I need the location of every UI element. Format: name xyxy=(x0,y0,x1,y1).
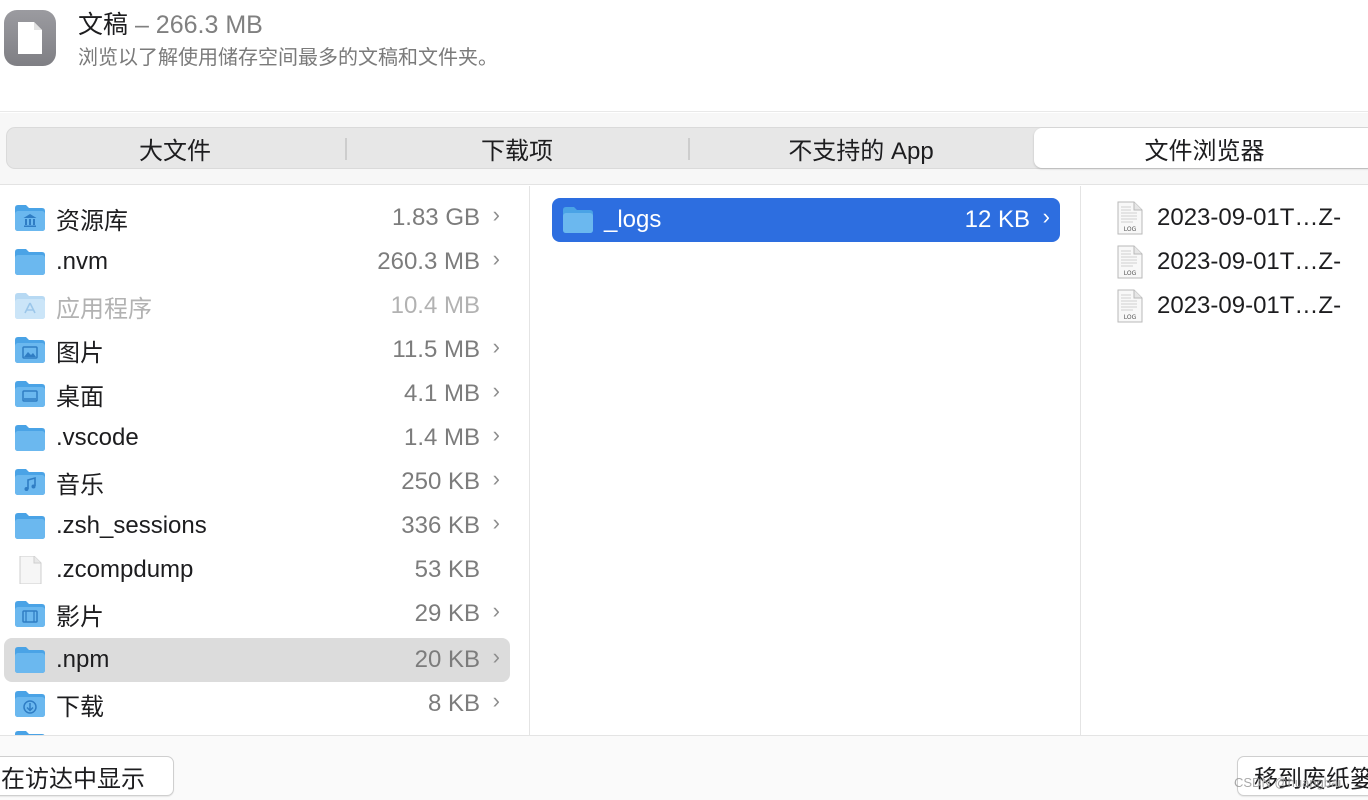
desktop-folder-icon xyxy=(15,381,45,407)
pictures-folder-icon xyxy=(15,337,45,363)
list-item[interactable]: 图片 11.5 MB › xyxy=(4,328,510,372)
log-file-icon: LOG xyxy=(1117,245,1143,279)
item-name: 资源库 xyxy=(56,207,128,235)
svg-text:LOG: LOG xyxy=(1124,270,1137,277)
browser-column-logs: LOG 2023-09-01T…Z- LOG 2023-09-01T…Z- LO… xyxy=(1082,186,1368,735)
list-item[interactable]: .nvm 260.3 MB › xyxy=(4,240,510,284)
item-name: 应用程序 xyxy=(56,295,152,323)
category-header: 文稿 – 266.3 MB 浏览以了解使用储存空间最多的文稿和文件夹。 xyxy=(0,0,1368,112)
tab-separator xyxy=(688,138,690,160)
music-folder-icon xyxy=(15,469,45,495)
item-name: 2023-09-01T…Z- xyxy=(1157,204,1342,231)
item-name: _logs xyxy=(604,206,662,233)
tab-large-files[interactable]: 大文件 xyxy=(7,128,343,168)
tab-downloads[interactable]: 下载项 xyxy=(349,128,685,168)
list-item[interactable]: LOG 2023-09-01T…Z- xyxy=(1112,284,1368,328)
chevron-right-icon: › xyxy=(492,510,500,535)
category-size: – 266.3 MB xyxy=(128,11,263,39)
segmented-control: 大文件 下载项 不支持的 App 文件浏览器 xyxy=(6,127,1368,169)
item-size: 10.4 MB xyxy=(390,292,480,319)
item-name: .nvm xyxy=(56,248,109,275)
footer-bar: 在访达中显示 移到废纸篓 xyxy=(0,735,1368,800)
chevron-right-icon: › xyxy=(492,334,500,359)
item-name: 2023-09-01T…Z- xyxy=(1157,248,1342,275)
chevron-right-icon: › xyxy=(492,466,500,491)
browser-column-npm: _logs 12 KB › xyxy=(531,186,1081,735)
item-size: 12 KB xyxy=(964,206,1030,233)
document-icon xyxy=(19,556,42,584)
item-size: 8 KB xyxy=(427,690,480,717)
list-item[interactable]: 影片 29 KB › xyxy=(4,592,510,636)
item-size: 260.3 MB xyxy=(377,248,480,275)
chevron-right-icon: › xyxy=(492,378,500,403)
list-item[interactable]: 音乐 250 KB › xyxy=(4,460,510,504)
item-size: 20 KB xyxy=(414,646,480,673)
page-subtitle: 浏览以了解使用储存空间最多的文稿和文件夹。 xyxy=(78,47,498,69)
item-size: 29 KB xyxy=(414,600,480,627)
item-size: 250 KB xyxy=(401,468,480,495)
folder-icon xyxy=(15,425,45,451)
chevron-right-icon: › xyxy=(492,688,500,713)
watermark: CSDN @huangbai xyxy=(1234,775,1342,790)
list-item[interactable]: .zcompdump 53 KB xyxy=(4,548,510,592)
item-size: 11.5 MB xyxy=(392,336,480,363)
item-name: 2023-09-01T…Z- xyxy=(1157,292,1342,319)
tab-separator xyxy=(345,138,347,160)
item-name: .zcompdump xyxy=(56,556,194,583)
list-item[interactable]: _logs 12 KB › xyxy=(552,198,1060,242)
folder-icon xyxy=(15,647,45,673)
downloads-folder-icon xyxy=(15,691,45,717)
list-item[interactable]: .npm 20 KB › xyxy=(4,638,510,682)
applications-folder-icon xyxy=(15,293,45,319)
documents-icon xyxy=(4,10,56,66)
storage-management-window: 文稿 – 266.3 MB 浏览以了解使用储存空间最多的文稿和文件夹。 大文件 … xyxy=(0,0,1368,800)
folder-icon xyxy=(563,207,593,233)
chevron-right-icon: › xyxy=(1042,204,1050,229)
item-size: 4.1 MB xyxy=(403,380,480,407)
list-item[interactable]: .zsh_sessions 336 KB › xyxy=(4,504,510,548)
log-file-icon: LOG xyxy=(1117,289,1143,323)
list-item[interactable]: 桌面 4.1 MB › xyxy=(4,372,510,416)
tab-file-browser[interactable]: 文件浏览器 xyxy=(1034,128,1368,168)
folder-icon xyxy=(15,513,45,539)
svg-text:LOG: LOG xyxy=(1124,226,1137,233)
tabs-bar: 大文件 下载项 不支持的 App 文件浏览器 xyxy=(0,113,1368,185)
chevron-right-icon: › xyxy=(492,246,500,271)
item-name: 下载 xyxy=(56,693,104,721)
show-in-finder-button[interactable]: 在访达中显示 xyxy=(0,756,174,796)
list-item[interactable]: 应用程序 10.4 MB xyxy=(4,284,510,328)
browser-column-documents: 资源库 1.83 GB › .nvm 260.3 MB › 应用程序 10.4 … xyxy=(0,186,530,735)
tab-unsupported-apps[interactable]: 不支持的 App xyxy=(693,128,1029,168)
item-name: .vscode xyxy=(56,424,139,451)
category-name: 文稿 xyxy=(78,11,129,39)
svg-text:LOG: LOG xyxy=(1124,314,1137,321)
column-browser: 资源库 1.83 GB › .nvm 260.3 MB › 应用程序 10.4 … xyxy=(0,186,1368,735)
library-folder-icon xyxy=(15,205,45,231)
item-name: 图片 xyxy=(56,339,104,367)
folder-icon xyxy=(15,249,45,275)
movies-folder-icon xyxy=(15,601,45,627)
chevron-right-icon: › xyxy=(492,598,500,623)
item-name: 影片 xyxy=(56,603,104,631)
chevron-right-icon: › xyxy=(492,422,500,447)
item-size: 53 KB xyxy=(414,556,480,583)
item-size: 1.83 GB xyxy=(391,204,480,231)
list-item[interactable]: LOG 2023-09-01T…Z- xyxy=(1112,240,1368,284)
page-title: 文稿 – 266.3 MB xyxy=(78,9,263,41)
chevron-right-icon: › xyxy=(492,644,500,669)
log-file-icon: LOG xyxy=(1117,201,1143,235)
list-item[interactable]: 资源库 1.83 GB › xyxy=(4,196,510,240)
item-size: 336 KB xyxy=(401,512,480,539)
list-item[interactable]: .vscode 1.4 MB › xyxy=(4,416,510,460)
chevron-right-icon: › xyxy=(492,202,500,227)
item-name: 桌面 xyxy=(56,383,104,411)
item-name: 音乐 xyxy=(56,471,104,499)
item-size: 1.4 MB xyxy=(403,424,480,451)
list-item[interactable]: 下载 8 KB › xyxy=(4,682,510,726)
item-name: .npm xyxy=(56,646,110,673)
item-name: .zsh_sessions xyxy=(56,512,207,539)
list-item[interactable]: LOG 2023-09-01T…Z- xyxy=(1112,196,1368,240)
